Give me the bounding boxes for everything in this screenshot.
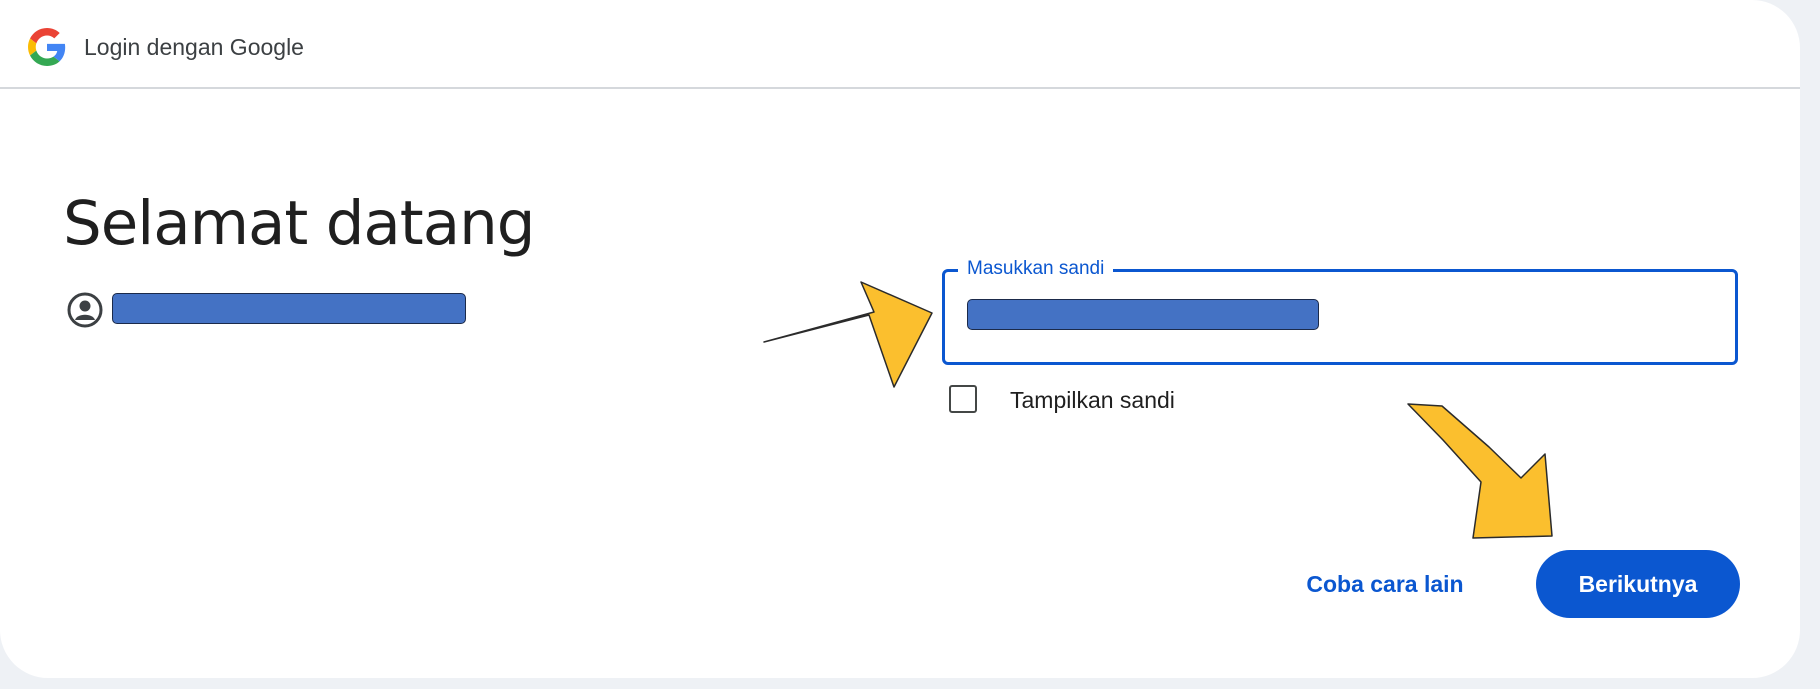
header-title: Login dengan Google [84, 34, 304, 60]
page-title: Selamat datang [63, 188, 535, 259]
login-card: Login dengan Google Selamat datang Masuk… [0, 0, 1800, 678]
show-password-label[interactable]: Tampilkan sandi [1010, 387, 1175, 414]
password-field-label: Masukkan sandi [958, 258, 1114, 280]
show-password-checkbox[interactable] [949, 385, 977, 413]
account-circle-icon [67, 292, 103, 328]
account-email-redacted [112, 293, 466, 324]
try-another-way-button[interactable]: Coba cara lain [1290, 566, 1480, 602]
header-bar: Login dengan Google [0, 0, 1800, 89]
password-value-redacted [967, 299, 1319, 330]
next-button[interactable]: Berikutnya [1536, 550, 1740, 618]
google-g-icon [28, 28, 66, 66]
